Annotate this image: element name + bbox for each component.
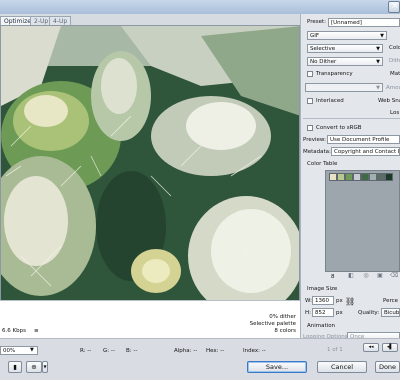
swatch-row (329, 173, 393, 181)
color-swatch[interactable] (345, 173, 353, 181)
color-swatch[interactable] (353, 173, 361, 181)
tab-4up[interactable]: 4-Up (49, 16, 72, 25)
width-label: W: (305, 298, 312, 304)
interlaced-label: Interlaced (316, 98, 344, 104)
dither-label: Dithe (389, 58, 400, 64)
transparency-dither-select[interactable]: ▼ (305, 83, 383, 92)
quality-select[interactable]: Bicubic (381, 308, 400, 317)
width-input[interactable]: 1360 (312, 296, 334, 305)
preview-status-bar: 6.6 Kbps ≡ 0% dither Selective palette 8… (0, 300, 300, 338)
width-unit: px (336, 298, 343, 304)
alpha-readout: Alpha: -- (174, 348, 198, 354)
add-color-icon[interactable]: ▣ (376, 272, 384, 280)
close-button[interactable]: × (388, 1, 400, 13)
transparency-checkbox[interactable] (307, 71, 313, 77)
matte-label: Matt (390, 71, 400, 77)
chain-link-icon[interactable]: ⛓ (345, 298, 355, 306)
chevron-down-icon: ▼ (376, 46, 380, 52)
optimized-preview-image[interactable] (0, 25, 300, 325)
file-format-select[interactable]: GIF ▼ (307, 31, 387, 40)
first-frame-button[interactable]: ◂◂ (363, 343, 379, 352)
color-swatch[interactable] (377, 173, 385, 181)
dither-algorithm-select[interactable]: No Dither ▼ (307, 57, 383, 66)
color-swatch[interactable] (369, 173, 377, 181)
interlaced-checkbox[interactable] (307, 98, 313, 104)
trash-icon[interactable]: ⌫ (390, 272, 398, 280)
preset-select[interactable]: [Unnamed] (328, 18, 400, 27)
map-color-icon[interactable]: ◧ (347, 272, 355, 280)
color-swatch[interactable] (385, 173, 393, 181)
zoom-chevron-down-icon: ▼ (30, 347, 34, 353)
phone-icon: ▮ (13, 363, 17, 371)
preset-label: Preset: (307, 19, 327, 25)
color-reduction-value: Selective (310, 46, 336, 52)
red-readout: R: -- (80, 348, 92, 354)
bottom-toolbar (0, 338, 400, 380)
height-label: H: (305, 310, 311, 316)
color-table[interactable] (325, 170, 400, 272)
hex-readout: Hex: -- (206, 348, 225, 354)
browser-menu-button[interactable]: ▼ (42, 361, 48, 373)
chevron-down-icon: ▼ (376, 59, 380, 65)
height-unit: px (336, 310, 343, 316)
image-size-title: Image Size (307, 286, 338, 292)
divider (303, 118, 400, 119)
device-central-button[interactable]: ▮ (8, 361, 22, 373)
preview-profile-select[interactable]: Use Document Profile (327, 135, 400, 144)
height-input[interactable]: 852 (312, 308, 334, 317)
convert-srgb-checkbox[interactable] (307, 125, 313, 131)
frame-counter: 1 of 1 (327, 347, 343, 353)
color-table-title: Color Table (307, 161, 338, 167)
browser-preview-button[interactable]: ⊕ (26, 361, 42, 373)
color-swatch[interactable] (329, 173, 337, 181)
download-speed-text: 6.6 Kbps (2, 328, 26, 334)
color-swatch[interactable] (337, 173, 345, 181)
previous-frame-button[interactable]: ◂▌ (382, 343, 398, 352)
speed-menu-icon[interactable]: ≡ (34, 327, 39, 335)
metadata-select[interactable]: Copyright and Contact Info (331, 147, 400, 156)
transparency-label: Transparency (316, 71, 353, 77)
chevron-down-icon: ▼ (43, 364, 47, 369)
preview-label: Preview: (303, 137, 326, 143)
cancel-button[interactable]: Cancel (317, 361, 367, 373)
lossy-label: Los (390, 110, 400, 116)
blue-readout: B: -- (126, 348, 138, 354)
previous-frame-icon: ◂▌ (386, 344, 394, 350)
index-readout: Index: -- (243, 348, 266, 354)
file-format-value: GIF (310, 33, 320, 39)
quality-label: Quality: (358, 310, 380, 316)
colors-status: 8 colors (274, 328, 296, 334)
chevron-down-icon: ▼ (376, 85, 380, 91)
metadata-label: Metadata: (303, 149, 331, 155)
convert-srgb-label: Convert to sRGB (316, 125, 362, 131)
chevron-down-icon: ▼ (380, 33, 384, 39)
first-frame-icon: ◂◂ (368, 344, 374, 350)
color-swatch[interactable] (361, 173, 369, 181)
percent-label: Perce (383, 298, 399, 304)
web-snap-label: Web Sna (378, 98, 400, 104)
cactus-photo (1, 26, 299, 316)
done-button[interactable]: Done (375, 361, 400, 373)
globe-icon: ⊕ (31, 363, 37, 371)
web-shift-icon[interactable]: ◎ (362, 272, 370, 280)
green-readout: G: -- (103, 348, 115, 354)
save-button[interactable]: Save... (247, 361, 307, 373)
animation-title: Animation (307, 323, 336, 329)
color-reduction-select[interactable]: Selective ▼ (307, 44, 383, 53)
window-title-bar (0, 0, 400, 14)
colors-label: Colo (389, 45, 400, 51)
dither-algorithm-value: No Dither (310, 59, 337, 65)
close-icon: × (391, 1, 399, 11)
color-count: 8 (331, 274, 335, 280)
amount-label: Amou (386, 85, 400, 91)
